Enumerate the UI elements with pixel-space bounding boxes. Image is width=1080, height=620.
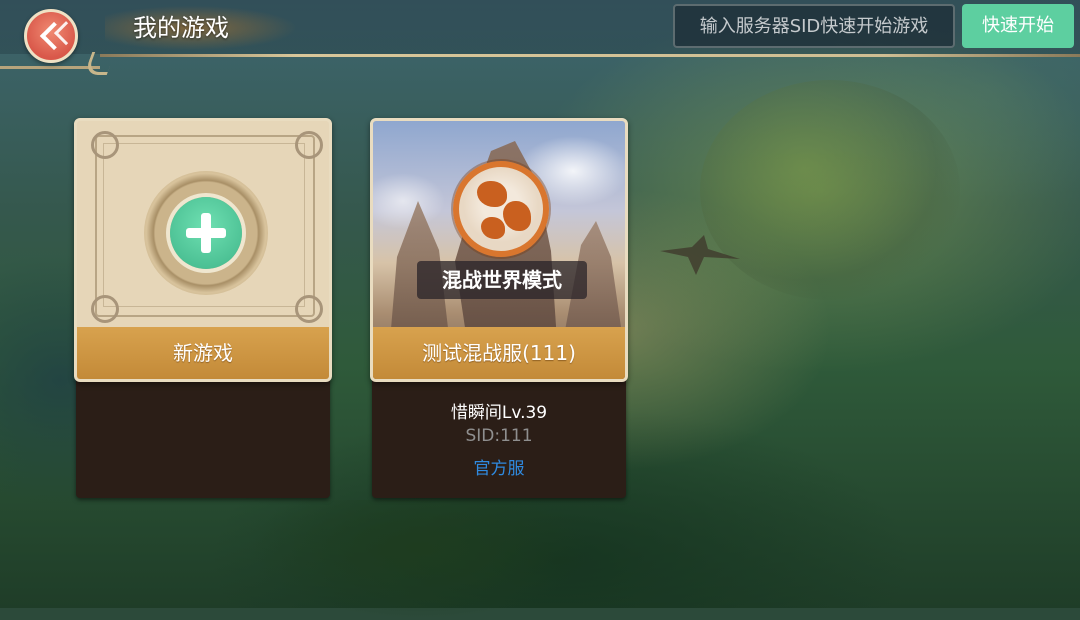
frame-corner-ornament — [91, 295, 119, 323]
new-game-panel[interactable]: 新游戏 — [74, 118, 332, 382]
top-header: 我的游戏 快速开始 — [0, 0, 1080, 75]
server-sid-input[interactable] — [673, 4, 955, 48]
server-card[interactable]: 混战世界模式 测试混战服(111) 惜瞬间Lv.39 SID:111 官方服 — [370, 118, 628, 498]
server-card-panel[interactable]: 混战世界模式 测试混战服(111) — [370, 118, 628, 382]
frame-corner-ornament — [295, 131, 323, 159]
server-name-label: 测试混战服(111) — [373, 327, 625, 379]
background-island — [250, 500, 590, 620]
player-level-text: 惜瞬间Lv.39 — [450, 403, 548, 423]
back-button[interactable] — [24, 9, 78, 63]
emblem-shape — [477, 181, 507, 207]
new-game-card[interactable]: 新游戏 — [74, 118, 332, 498]
back-arrow-icon — [39, 21, 69, 51]
background-cliff — [700, 80, 960, 300]
frame-corner-ornament — [91, 131, 119, 159]
frame-corner-ornament — [295, 295, 323, 323]
page-title: 我的游戏 — [133, 14, 229, 42]
emblem-shape — [503, 201, 531, 231]
header-divider-left — [0, 66, 100, 69]
plus-icon[interactable] — [170, 197, 242, 269]
server-sid-text: SID:111 — [465, 426, 533, 446]
mode-emblem-icon — [453, 161, 549, 257]
new-game-label: 新游戏 — [77, 327, 329, 379]
quick-start-button[interactable]: 快速开始 — [962, 4, 1074, 48]
mode-label: 混战世界模式 — [417, 261, 587, 299]
emblem-shape — [481, 217, 505, 239]
official-server-link[interactable]: 官方服 — [370, 454, 628, 479]
header-divider — [100, 54, 1080, 57]
new-game-card-footer — [76, 376, 330, 498]
